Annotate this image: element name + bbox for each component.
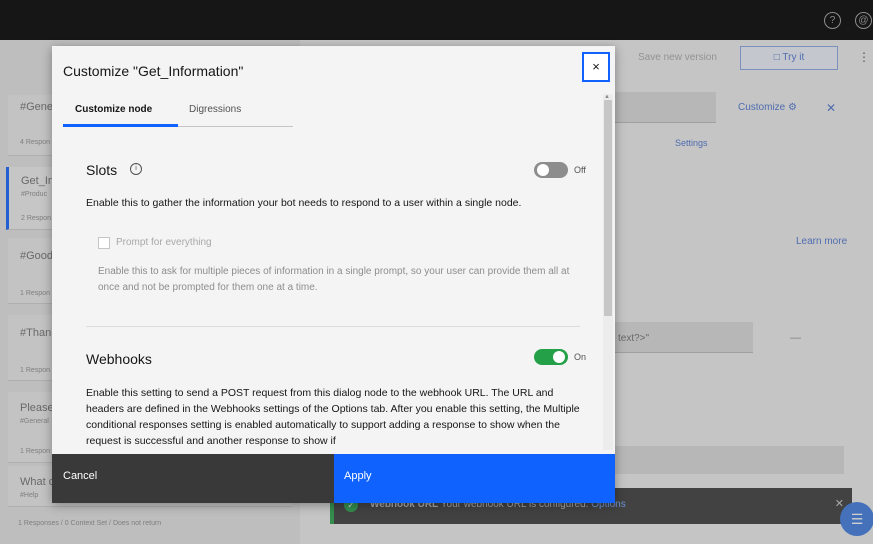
info-icon[interactable]: i — [130, 163, 142, 175]
toggle-knob — [537, 164, 549, 176]
cancel-button[interactable]: Cancel — [52, 454, 334, 503]
help-icon[interactable]: ? — [824, 12, 841, 29]
toggle-knob — [553, 351, 565, 363]
scrollbar-thumb[interactable] — [604, 100, 612, 316]
customize-modal: Customize "Get_Information" × Customize … — [52, 46, 615, 503]
close-icon[interactable]: × — [582, 52, 610, 82]
webhooks-title: Webhooks — [86, 351, 152, 367]
active-tab-indicator — [63, 124, 178, 127]
prompt-everything-checkbox[interactable] — [98, 237, 110, 249]
tab-digressions[interactable]: Digressions — [189, 104, 241, 115]
section-divider — [86, 326, 580, 327]
slots-title: Slots — [86, 162, 118, 178]
scroll-up-icon[interactable]: ▲ — [604, 94, 610, 100]
user-icon[interactable]: @ — [855, 12, 872, 29]
slots-toggle[interactable] — [534, 162, 568, 178]
modal-title: Customize "Get_Information" — [63, 63, 244, 79]
prompt-everything-label: Prompt for everything — [116, 237, 212, 248]
webhooks-description: Enable this setting to send a POST reque… — [86, 387, 580, 447]
webhooks-toggle-label: On — [574, 352, 587, 362]
modal-footer: Cancel Apply — [52, 454, 615, 503]
apply-button[interactable]: Apply — [334, 454, 615, 503]
top-bar: ? @ — [0, 0, 873, 40]
modal-tabs: Customize node Digressions — [63, 98, 293, 127]
slots-description: Enable this to gather the information yo… — [86, 197, 522, 209]
slots-toggle-label: Off — [574, 165, 586, 175]
tab-customize-node[interactable]: Customize node — [75, 104, 152, 115]
webhooks-toggle[interactable] — [534, 349, 568, 365]
prompt-everything-description: Enable this to ask for multiple pieces o… — [98, 266, 570, 293]
